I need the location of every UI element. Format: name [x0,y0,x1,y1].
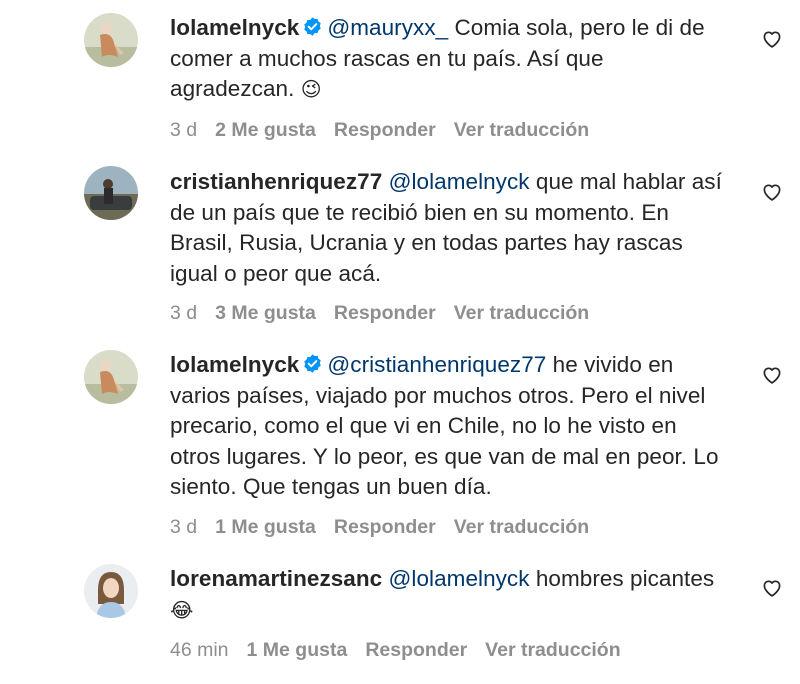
see-translation-button[interactable]: Ver traducción [454,119,589,141]
comment-username[interactable]: lorenamartinezsanc [170,566,382,591]
comment-mention[interactable]: @lolamelnyck [389,169,530,194]
see-translation-button[interactable]: Ver traducción [454,302,589,324]
avatar[interactable] [84,564,138,618]
comment-username[interactable]: cristianhenriquez77 [170,169,382,194]
verified-badge-icon [302,353,323,374]
comment-meta: 3 d 2 Me gusta Responder Ver traducción [170,118,607,142]
likes-count-button[interactable]: 1 Me gusta [215,516,316,538]
comment-time[interactable]: 46 min [170,639,229,661]
heart-outline-icon[interactable] [761,181,783,203]
see-translation-button[interactable]: Ver traducción [454,516,589,538]
comment-mention[interactable]: @cristianhenriquez77 [327,352,546,377]
comment-meta: 46 min 1 Me gusta Responder Ver traducción [170,638,639,662]
likes-count-button[interactable]: 3 Me gusta [215,302,316,324]
avatar-image [84,166,138,220]
likes-count-button[interactable]: 1 Me gusta [247,639,348,661]
comment-mention[interactable]: @lolamelnyck [389,566,530,591]
avatar-image [84,13,138,67]
comment-body: cristianhenriquez77 @lolamelnyck que mal… [170,167,730,289]
avatar-image [84,350,138,404]
comment-body: lorenamartinezsanc @lolamelnyck hombres … [170,564,730,625]
comment-mention[interactable]: @mauryxx_ [327,15,448,40]
see-translation-button[interactable]: Ver traducción [485,639,620,661]
comment-body: lolamelnyck @mauryxx_ Comia sola, pero le… [170,13,730,105]
avatar[interactable] [84,13,138,67]
wink-emoji: 😉 [300,77,322,101]
comment-time[interactable]: 3 d [170,302,197,324]
heart-outline-icon[interactable] [761,364,783,386]
comment-username[interactable]: lolamelnyck [170,15,299,40]
comment-meta: 3 d 1 Me gusta Responder Ver traducción [170,515,607,539]
reply-button[interactable]: Responder [334,516,436,538]
heart-outline-icon[interactable] [761,577,783,599]
reply-button[interactable]: Responder [334,302,436,324]
reply-button[interactable]: Responder [334,119,436,141]
comment-time[interactable]: 3 d [170,119,197,141]
comment-meta: 3 d 3 Me gusta Responder Ver traducción [170,301,607,325]
comment-body: lolamelnyck @cristianhenriquez77 he vivid… [170,350,730,503]
comment-time[interactable]: 3 d [170,516,197,538]
laughing-emoji: 😂 [170,597,194,622]
reply-button[interactable]: Responder [365,639,467,661]
verified-badge-icon [302,16,323,37]
likes-count-button[interactable]: 2 Me gusta [215,119,316,141]
heart-outline-icon[interactable] [761,28,783,50]
comment-text: hombres picantes [529,566,715,591]
avatar[interactable] [84,350,138,404]
comment-username[interactable]: lolamelnyck [170,352,299,377]
avatar-image [84,564,138,618]
avatar[interactable] [84,166,138,220]
